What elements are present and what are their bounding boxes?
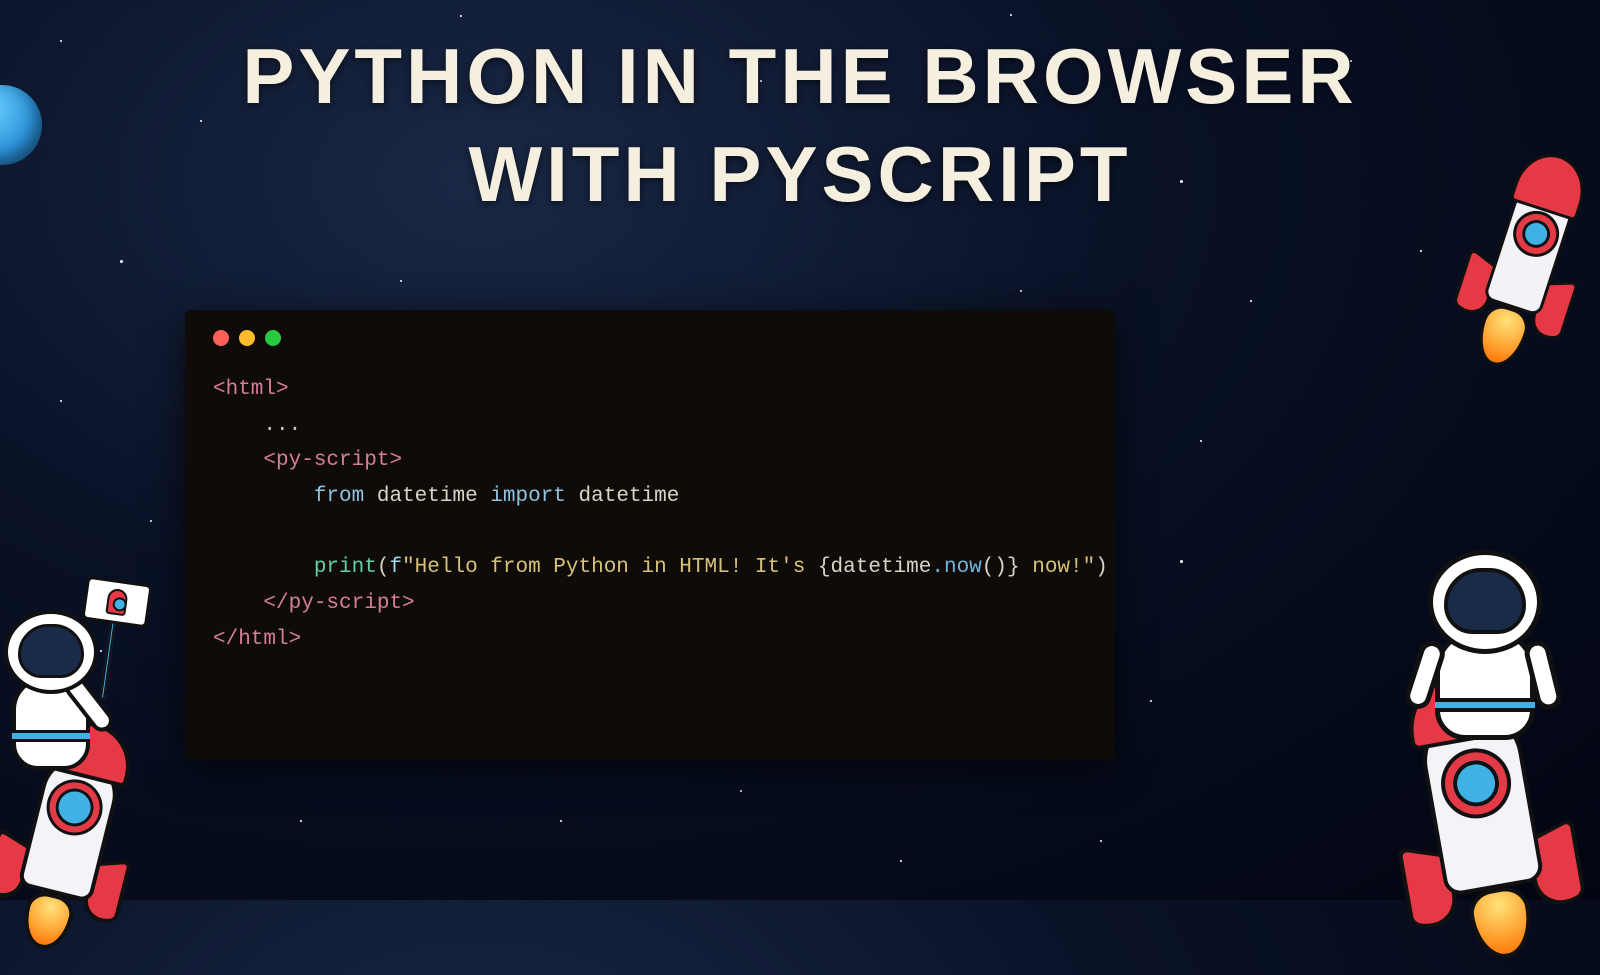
code-token: .now bbox=[931, 556, 981, 579]
title-line-2: WITH PYSCRIPT bbox=[0, 126, 1600, 224]
code-window: <html> ... <py-script> from datetime imp… bbox=[185, 310, 1115, 760]
code-token: datetime bbox=[831, 556, 932, 579]
zoom-icon bbox=[265, 330, 281, 346]
page-title: PYTHON IN THE BROWSER WITH PYSCRIPT bbox=[0, 28, 1600, 223]
code-token: from bbox=[314, 485, 364, 508]
window-traffic-lights bbox=[213, 330, 1087, 346]
close-icon bbox=[213, 330, 229, 346]
code-token: print bbox=[314, 556, 377, 579]
code-token: ... bbox=[263, 414, 301, 437]
code-token: import bbox=[490, 485, 566, 508]
code-token: datetime bbox=[377, 485, 478, 508]
astronaut-on-rocket-icon bbox=[1290, 500, 1600, 940]
title-line-1: PYTHON IN THE BROWSER bbox=[0, 28, 1600, 126]
minimize-icon bbox=[239, 330, 255, 346]
code-token: <py-script> bbox=[263, 449, 402, 472]
code-token: () bbox=[982, 556, 1007, 579]
code-token: f bbox=[389, 556, 402, 579]
code-token: </py-script> bbox=[263, 592, 414, 615]
code-block: <html> ... <py-script> from datetime imp… bbox=[213, 372, 1087, 658]
code-token: "Hello from Python in HTML! It's bbox=[402, 556, 818, 579]
code-token: datetime bbox=[579, 485, 680, 508]
code-token: now!" bbox=[1020, 556, 1096, 579]
astronaut-with-flag-icon bbox=[0, 520, 230, 950]
code-token: <html> bbox=[213, 378, 289, 401]
